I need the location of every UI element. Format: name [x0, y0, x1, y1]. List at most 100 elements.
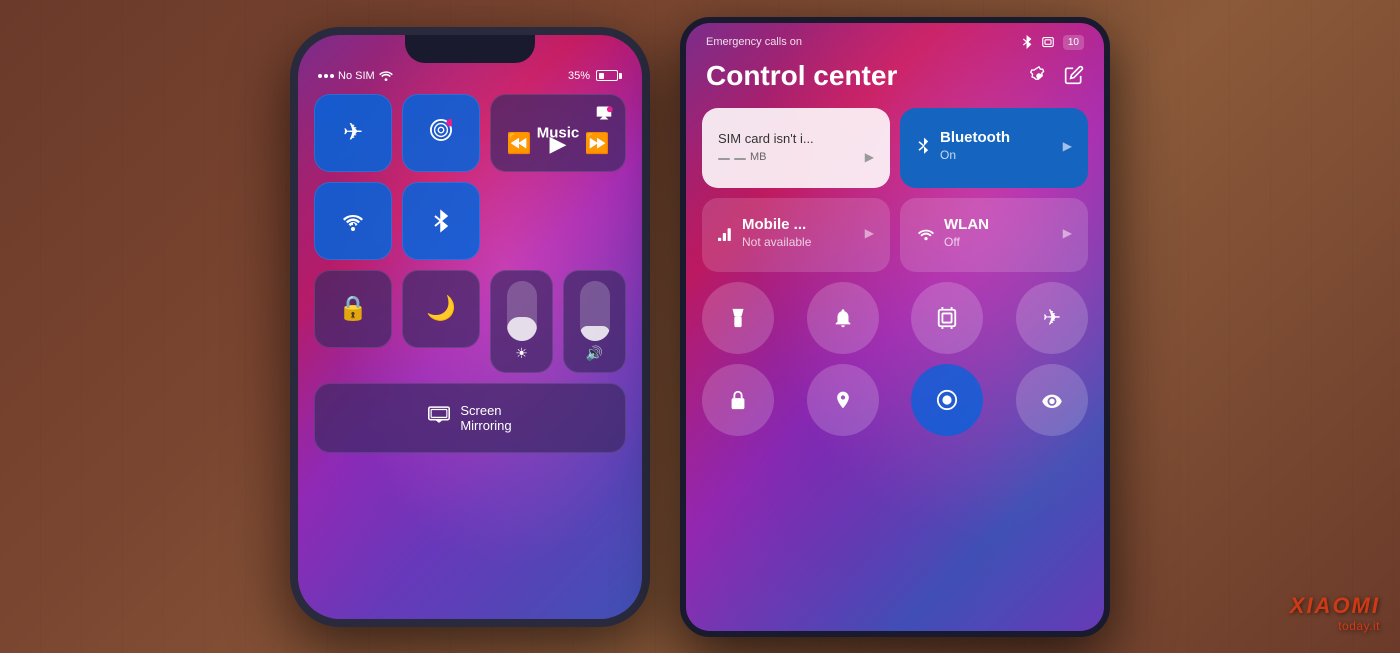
- bt-icon: [916, 136, 932, 156]
- battery-icon: [596, 70, 622, 81]
- xiaomi-bt-icon: [1021, 35, 1033, 49]
- screenshot-icon: [936, 307, 958, 329]
- wlan-icon: [916, 225, 936, 241]
- iphone-status-right: 35%: [568, 70, 622, 82]
- cc-row-3: ScreenMirroring: [314, 383, 626, 453]
- xiaomi-logo-watermark: XIAOMI today.it: [1290, 593, 1380, 633]
- screenshot-button[interactable]: [911, 282, 983, 354]
- iphone-cc-grid: ✈: [298, 90, 642, 469]
- xiaomi-screen: Emergency calls on 10: [686, 23, 1104, 631]
- focus-button[interactable]: [911, 364, 983, 436]
- moon-icon: 🌙: [426, 294, 456, 323]
- xcc-row-2: Mobile ... Not available ▶: [702, 198, 1088, 272]
- xiaomi-status-bar: Emergency calls on 10: [686, 23, 1104, 56]
- sim-dash: [718, 158, 746, 160]
- mobile-tile-label: Mobile ...: [742, 216, 811, 233]
- brightness-icon: ☀: [515, 345, 528, 362]
- bt-tile-header: Bluetooth On ▶: [916, 129, 1072, 162]
- wlan-arrow: ▶: [1063, 226, 1072, 240]
- volume-fill: [580, 326, 610, 341]
- airplane-icon: ✈: [343, 118, 363, 147]
- wlan-tile[interactable]: WLAN Off ▶: [900, 198, 1088, 272]
- xcc-row-1: SIM card isn't i... MB ▶: [702, 108, 1088, 188]
- airplane-button[interactable]: ✈: [1016, 282, 1088, 354]
- airplane-icon: ✈: [1043, 305, 1061, 331]
- lock-button[interactable]: [702, 364, 774, 436]
- scene: No SIM 35%: [0, 0, 1400, 653]
- wifi-icon: [379, 70, 393, 81]
- xiaomi-device: Emergency calls on 10: [680, 17, 1110, 637]
- airplane-tile[interactable]: ✈: [314, 94, 392, 172]
- bluetooth-tile-icon: [433, 209, 449, 233]
- iphone-screen: No SIM 35%: [298, 35, 642, 619]
- sim-arrow: ▶: [865, 150, 874, 164]
- airplay-icon: [595, 105, 613, 126]
- alarm-button[interactable]: [807, 282, 879, 354]
- xiaomi-status-icons: 10: [1021, 35, 1084, 50]
- wifi-tile-icon: [341, 211, 365, 231]
- sim-tile[interactable]: SIM card isn't i... MB ▶: [702, 108, 890, 188]
- brightness-slider[interactable]: ☀: [490, 270, 553, 373]
- mobile-signal-icon: [718, 223, 734, 243]
- bluetooth-tile[interactable]: [402, 182, 480, 260]
- lock-icon: [728, 389, 748, 411]
- screen-mirroring-icon: [428, 406, 450, 430]
- cellular-icon: [430, 119, 452, 147]
- eye-icon: [1041, 392, 1063, 408]
- brightness-fill: [507, 317, 537, 341]
- mobile-arrow: ▶: [865, 226, 874, 240]
- mobile-tile-header: Mobile ... Not available ▶: [718, 216, 874, 249]
- sim-mb-label: MB: [750, 151, 767, 163]
- wlan-tile-sublabel: Off: [944, 235, 989, 249]
- bell-icon: [832, 307, 854, 329]
- edit-icon[interactable]: [1064, 65, 1084, 85]
- location-icon: [833, 389, 853, 411]
- xiaomi-logo-text: XIAOMI: [1290, 593, 1380, 619]
- bt-tile-sublabel: On: [940, 148, 1010, 162]
- wifi-tile[interactable]: [314, 182, 392, 260]
- wlan-tile-header: WLAN Off ▶: [916, 216, 1072, 249]
- xcc-icon-row: ✈: [702, 282, 1088, 354]
- music-tile[interactable]: Music ⏪ ▶ ⏩: [490, 94, 626, 172]
- sim-tile-label: SIM card isn't i...: [718, 131, 874, 146]
- signal-dots: [318, 74, 334, 78]
- screen-mirroring-tile[interactable]: ScreenMirroring: [314, 383, 626, 453]
- bt-tile-label: Bluetooth: [940, 129, 1010, 146]
- mobile-tile-sublabel: Not available: [742, 235, 811, 249]
- xiaomi-sim-icon: [1041, 36, 1055, 48]
- xcc-bottom-row: [702, 364, 1088, 436]
- play-icon: ▶: [550, 131, 567, 157]
- settings-icon[interactable]: [1028, 65, 1050, 87]
- do-not-disturb-tile[interactable]: 🌙: [402, 270, 480, 348]
- brightness-track: [507, 281, 537, 341]
- battery-percent: 35%: [568, 70, 590, 82]
- volume-slider[interactable]: 🔊: [563, 270, 626, 373]
- iphone-device: No SIM 35%: [290, 27, 650, 627]
- rotation-lock-tile[interactable]: 🔒: [314, 270, 392, 348]
- bluetooth-tile[interactable]: Bluetooth On ▶: [900, 108, 1088, 188]
- volume-icon: 🔊: [586, 345, 603, 362]
- emergency-text: Emergency calls on: [706, 36, 802, 48]
- rotation-lock-icon: 🔒: [338, 294, 368, 323]
- fast-forward-icon: ⏩: [584, 131, 609, 156]
- no-sim-label: No SIM: [338, 70, 375, 82]
- flashlight-icon: [727, 307, 749, 329]
- cellular-tile[interactable]: [402, 94, 480, 172]
- flashlight-button[interactable]: [702, 282, 774, 354]
- volume-track: [580, 281, 610, 341]
- cc-title: Control center: [706, 60, 897, 92]
- xiaomi-logo-domain: today.it: [1290, 619, 1380, 633]
- cc-row-1: ✈: [314, 94, 626, 260]
- eye-button[interactable]: [1016, 364, 1088, 436]
- cc-title-action-icons: [1028, 65, 1084, 87]
- xiaomi-battery: 10: [1063, 35, 1084, 50]
- mobile-tile[interactable]: Mobile ... Not available ▶: [702, 198, 890, 272]
- xiaomi-cc-grid: SIM card isn't i... MB ▶: [686, 108, 1104, 436]
- cc-title-row: Control center: [686, 56, 1104, 108]
- rewind-icon: ⏪: [507, 131, 532, 156]
- xiaomi-battery-level: 10: [1068, 37, 1079, 48]
- bt-arrow: ▶: [1063, 139, 1072, 153]
- cc-left-block: ✈: [314, 94, 480, 260]
- location-button[interactable]: [807, 364, 879, 436]
- iphone-notch: [405, 35, 535, 63]
